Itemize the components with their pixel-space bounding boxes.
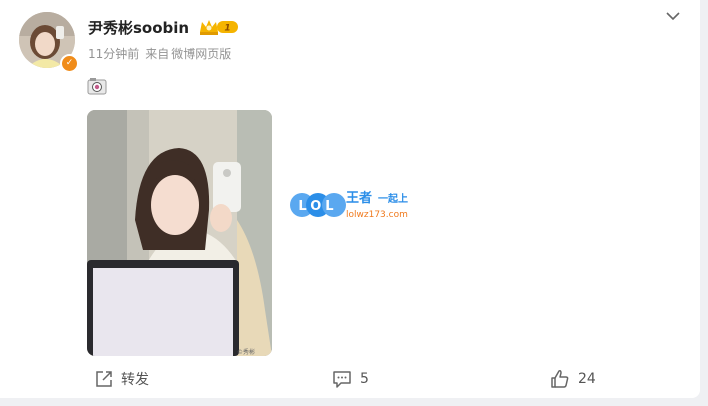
watermark-brand: 王者 (346, 190, 372, 206)
svg-text:©秀彬: ©秀彬 (237, 348, 255, 356)
verified-badge-icon: ✓ (60, 54, 79, 73)
comment-button[interactable]: 5 (332, 366, 369, 392)
chevron-down-icon[interactable] (664, 9, 682, 23)
watermark-domain: lolwz173.com (346, 210, 408, 220)
comment-icon (333, 371, 351, 388)
camera-icon (87, 78, 107, 95)
repost-label: 转发 (121, 372, 149, 388)
comment-count: 5 (360, 371, 369, 387)
post-meta: 11分钟前 来自 微博网页版 (88, 45, 237, 62)
weibo-post-card: ✓ 尹秀彬soobin 1 11分钟前 来自 微博网页版 ©秀彬 LOL 王者 … (0, 0, 700, 398)
repost-icon (96, 371, 112, 387)
username[interactable]: 尹秀彬soobin (88, 17, 189, 38)
post-source[interactable]: 微博网页版 (171, 47, 231, 61)
like-button[interactable]: 24 (550, 366, 596, 392)
action-bar: 转发 5 24 (0, 366, 700, 392)
vip-level: 1 (224, 24, 230, 34)
watermark-logo: LOL 王者 一起上 lolwz173.com (290, 190, 408, 220)
repost-button[interactable]: 转发 (95, 366, 149, 392)
watermark-tagline: 一起上 (378, 192, 408, 205)
thumbs-up-icon (551, 370, 569, 388)
post-time[interactable]: 11分钟前 (88, 47, 139, 61)
like-count: 24 (578, 371, 596, 387)
post-photo[interactable]: ©秀彬 (87, 110, 272, 356)
vip-crown-icon[interactable]: 1 (199, 18, 239, 36)
source-prefix: 来自 (145, 47, 170, 61)
watermark-lol: LOL (298, 199, 337, 214)
